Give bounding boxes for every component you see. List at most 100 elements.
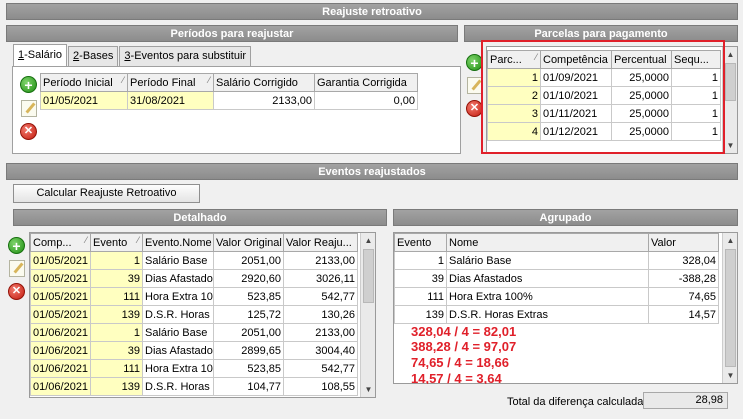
- table-row[interactable]: 111 Hora Extra 100% 74,65: [394, 287, 719, 306]
- scroll-thumb[interactable]: [363, 249, 374, 303]
- cell-evento[interactable]: 39: [90, 341, 143, 360]
- cell-valor-original[interactable]: 523,85: [213, 359, 284, 378]
- cell-competencia[interactable]: 01/05/2021: [30, 305, 91, 324]
- table-row[interactable]: 01/05/2021 31/08/2021 2133,00 0,00: [40, 91, 418, 110]
- cell-valor-original[interactable]: 2051,00: [213, 251, 284, 270]
- cell-evento[interactable]: 1: [90, 323, 143, 342]
- cell-salario-corrigido[interactable]: 2133,00: [213, 91, 315, 110]
- col-periodo-final[interactable]: Período Final ⁄: [127, 73, 214, 92]
- cell-evento-nome[interactable]: Dias Afastados: [142, 269, 214, 288]
- cell-competencia[interactable]: 01/06/2021: [30, 341, 91, 360]
- cell-valor[interactable]: 14,57: [648, 305, 719, 324]
- agrupado-vscroll[interactable]: ▲ ▼: [722, 233, 737, 383]
- cell-periodo-final[interactable]: 31/08/2021: [127, 91, 214, 110]
- cell-valor-reajustado[interactable]: 542,77: [283, 287, 358, 306]
- cell-evento-nome[interactable]: Dias Afastados: [142, 341, 214, 360]
- cell-competencia[interactable]: 01/05/2021: [30, 251, 91, 270]
- cell-competencia[interactable]: 01/06/2021: [30, 323, 91, 342]
- cell-evento-nome[interactable]: D.S.R. Horas E: [142, 305, 214, 324]
- add-detalhado-button[interactable]: +: [8, 237, 25, 254]
- cell-valor[interactable]: 74,65: [648, 287, 719, 306]
- table-row[interactable]: 01/05/2021 111 Hora Extra 100 523,85 542…: [30, 287, 358, 306]
- cell-valor-reajustado[interactable]: 108,55: [283, 377, 358, 396]
- cell-valor-original[interactable]: 2051,00: [213, 323, 284, 342]
- cell-nome[interactable]: Hora Extra 100%: [446, 287, 649, 306]
- table-row[interactable]: 01/06/2021 111 Hora Extra 100 523,85 542…: [30, 359, 358, 378]
- cell-valor-reajustado[interactable]: 2133,00: [283, 323, 358, 342]
- col-evento[interactable]: Evento: [394, 233, 447, 252]
- table-row[interactable]: 01/06/2021 1 Salário Base 2051,00 2133,0…: [30, 323, 358, 342]
- cell-nome[interactable]: Salário Base: [446, 251, 649, 270]
- cell-evento[interactable]: 39: [90, 269, 143, 288]
- cell-evento-nome[interactable]: Hora Extra 100: [142, 287, 214, 306]
- scroll-down-arrow-icon[interactable]: ▼: [723, 368, 737, 383]
- cell-valor-original[interactable]: 2899,65: [213, 341, 284, 360]
- cell-evento-nome[interactable]: Salário Base: [142, 323, 214, 342]
- cell-evento-nome[interactable]: Hora Extra 100: [142, 359, 214, 378]
- cell-evento[interactable]: 111: [90, 359, 143, 378]
- cell-nome[interactable]: D.S.R. Horas Extras: [446, 305, 649, 324]
- col-salario-corrigido[interactable]: Salário Corrigido: [213, 73, 315, 92]
- cell-competencia[interactable]: 01/05/2021: [30, 269, 91, 288]
- cell-evento[interactable]: 39: [394, 269, 447, 288]
- scroll-up-arrow-icon[interactable]: ▲: [361, 233, 375, 248]
- edit-detalhado-button[interactable]: [9, 260, 25, 277]
- table-row[interactable]: 1 Salário Base 328,04: [394, 251, 719, 270]
- edit-periodo-button[interactable]: [21, 100, 37, 117]
- cell-evento-nome[interactable]: Salário Base: [142, 251, 214, 270]
- col-valor[interactable]: Valor: [648, 233, 719, 252]
- col-evento[interactable]: Evento ⁄: [90, 233, 143, 252]
- scroll-up-arrow-icon[interactable]: ▲: [723, 47, 738, 62]
- cell-evento[interactable]: 139: [90, 305, 143, 324]
- cell-nome[interactable]: Dias Afastados: [446, 269, 649, 288]
- delete-periodo-button[interactable]: ✕: [20, 123, 37, 140]
- cell-competencia[interactable]: 01/06/2021: [30, 377, 91, 396]
- table-row[interactable]: 01/05/2021 1 Salário Base 2051,00 2133,0…: [30, 251, 358, 270]
- cell-valor-reajustado[interactable]: 3026,11: [283, 269, 358, 288]
- col-periodo-inicial[interactable]: Período Inicial ⁄: [40, 73, 128, 92]
- detalhado-vscroll[interactable]: ▲ ▼: [360, 233, 375, 397]
- table-row[interactable]: 01/05/2021 139 D.S.R. Horas E 125,72 130…: [30, 305, 358, 324]
- table-row[interactable]: 01/05/2021 39 Dias Afastados 2920,60 302…: [30, 269, 358, 288]
- col-valor-reajustado[interactable]: Valor Reaju...: [283, 233, 358, 252]
- col-nome[interactable]: Nome: [446, 233, 649, 252]
- cell-valor-reajustado[interactable]: 3004,40: [283, 341, 358, 360]
- cell-evento[interactable]: 111: [394, 287, 447, 306]
- cell-valor[interactable]: 328,04: [648, 251, 719, 270]
- cell-valor-original[interactable]: 523,85: [213, 287, 284, 306]
- tab-eventos-substituir[interactable]: 3-Eventos para substituir: [119, 46, 252, 66]
- calcular-reajuste-button[interactable]: Calcular Reajuste Retroativo: [13, 184, 200, 203]
- tab-salario[interactable]: 1-Salário: [13, 44, 68, 66]
- cell-evento[interactable]: 1: [394, 251, 447, 270]
- cell-competencia[interactable]: 01/06/2021: [30, 359, 91, 378]
- cell-valor[interactable]: -388,28: [648, 269, 719, 288]
- cell-valor-original[interactable]: 2920,60: [213, 269, 284, 288]
- cell-evento-nome[interactable]: D.S.R. Horas E: [142, 377, 214, 396]
- cell-valor-reajustado[interactable]: 2133,00: [283, 251, 358, 270]
- cell-garantia-corrigida[interactable]: 0,00: [314, 91, 418, 110]
- col-competencia[interactable]: Comp... ⁄: [30, 233, 91, 252]
- cell-evento[interactable]: 139: [90, 377, 143, 396]
- col-evento-nome[interactable]: Evento.Nome: [142, 233, 214, 252]
- cell-evento[interactable]: 1: [90, 251, 143, 270]
- scroll-down-arrow-icon[interactable]: ▼: [723, 138, 738, 153]
- scroll-thumb[interactable]: [725, 63, 736, 101]
- table-row[interactable]: 139 D.S.R. Horas Extras 14,57: [394, 305, 719, 324]
- scroll-thumb[interactable]: [725, 249, 736, 367]
- table-row[interactable]: 39 Dias Afastados -388,28: [394, 269, 719, 288]
- col-garantia-corrigida[interactable]: Garantia Corrigida: [314, 73, 418, 92]
- cell-valor-original[interactable]: 104,77: [213, 377, 284, 396]
- scroll-down-arrow-icon[interactable]: ▼: [361, 382, 375, 397]
- delete-detalhado-button[interactable]: ✕: [8, 283, 25, 300]
- table-row[interactable]: 01/06/2021 39 Dias Afastados 2899,65 300…: [30, 341, 358, 360]
- cell-evento[interactable]: 111: [90, 287, 143, 306]
- cell-evento[interactable]: 139: [394, 305, 447, 324]
- cell-periodo-inicial[interactable]: 01/05/2021: [40, 91, 128, 110]
- add-periodo-button[interactable]: +: [20, 76, 37, 93]
- cell-competencia[interactable]: 01/05/2021: [30, 287, 91, 306]
- table-row[interactable]: 01/06/2021 139 D.S.R. Horas E 104,77 108…: [30, 377, 358, 396]
- cell-valor-original[interactable]: 125,72: [213, 305, 284, 324]
- scroll-up-arrow-icon[interactable]: ▲: [723, 233, 737, 248]
- tab-bases[interactable]: 2-Bases: [68, 46, 119, 66]
- cell-valor-reajustado[interactable]: 130,26: [283, 305, 358, 324]
